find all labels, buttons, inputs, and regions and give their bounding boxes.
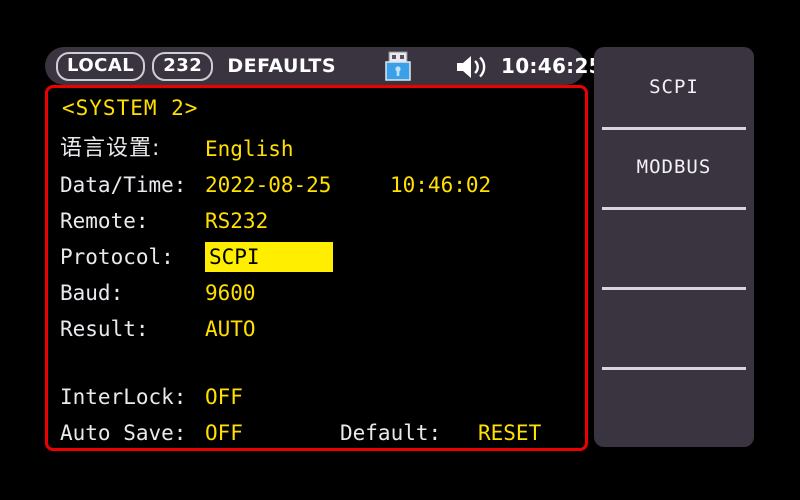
setting-row-protocol[interactable]: Protocol: SCPI — [60, 242, 580, 274]
setting-label-baud: Baud: — [60, 281, 124, 305]
instrument-screen: LOCAL 232 DEFAULTS 10:46:25 <SYSTEM 2> 语… — [0, 0, 800, 500]
softkey-scpi[interactable]: SCPI — [594, 47, 754, 127]
setting-value-date[interactable]: 2022-08-25 — [205, 170, 331, 200]
setting-value-protocol[interactable]: SCPI — [205, 242, 333, 272]
setting-row-result[interactable]: Result: AUTO — [60, 314, 580, 346]
page-title: DEFAULTS — [227, 55, 337, 77]
softkey-label-scpi: SCPI — [649, 76, 699, 98]
softkey-empty-3[interactable] — [594, 207, 754, 287]
setting-label-default: Default: — [340, 421, 442, 445]
setting-label-language: 语言设置: — [60, 136, 161, 161]
status-badge-interface: 232 — [152, 51, 214, 81]
setting-value-language[interactable]: English — [205, 134, 294, 164]
setting-row-autosave[interactable]: Auto Save: OFF Default: RESET — [60, 418, 580, 450]
setting-value-default-reset[interactable]: RESET — [478, 418, 541, 448]
setting-label-datetime: Data/Time: — [60, 173, 187, 197]
setting-value-time[interactable]: 10:46:02 — [390, 170, 491, 200]
setting-label-protocol: Protocol: — [60, 245, 174, 269]
setting-label-remote: Remote: — [60, 209, 149, 233]
usb-drive-icon — [385, 51, 411, 81]
setting-value-remote[interactable]: RS232 — [205, 206, 268, 236]
setting-value-autosave[interactable]: OFF — [205, 418, 243, 448]
section-title: <SYSTEM 2> — [62, 96, 199, 120]
softkey-label-modbus: MODBUS — [636, 156, 712, 178]
softkey-modbus[interactable]: MODBUS — [594, 127, 754, 207]
status-bar: LOCAL 232 DEFAULTS 10:46:25 — [45, 47, 603, 85]
speaker-volume-icon — [455, 55, 493, 79]
setting-row-datetime[interactable]: Data/Time: 2022-08-25 10:46:02 — [60, 170, 580, 202]
softkey-empty-5[interactable] — [594, 367, 754, 447]
setting-value-result[interactable]: AUTO — [205, 314, 256, 344]
system-settings-panel: <SYSTEM 2> 语言设置: English Data/Time: 2022… — [45, 85, 588, 451]
setting-value-interlock[interactable]: OFF — [205, 382, 243, 412]
softkey-empty-4[interactable] — [594, 287, 754, 367]
setting-label-interlock: InterLock: — [60, 385, 187, 409]
setting-row-language[interactable]: 语言设置: English — [60, 134, 580, 166]
softkey-sidebar: SCPI MODBUS — [594, 47, 754, 447]
setting-row-interlock[interactable]: InterLock: OFF — [60, 382, 580, 414]
setting-row-baud[interactable]: Baud: 9600 — [60, 278, 580, 310]
setting-row-remote[interactable]: Remote: RS232 — [60, 206, 580, 238]
status-badge-local: LOCAL — [56, 51, 146, 81]
status-bar-clock: 10:46:25 — [501, 54, 603, 78]
setting-value-baud[interactable]: 9600 — [205, 278, 256, 308]
setting-label-autosave: Auto Save: — [60, 421, 187, 445]
setting-label-result: Result: — [60, 317, 149, 341]
